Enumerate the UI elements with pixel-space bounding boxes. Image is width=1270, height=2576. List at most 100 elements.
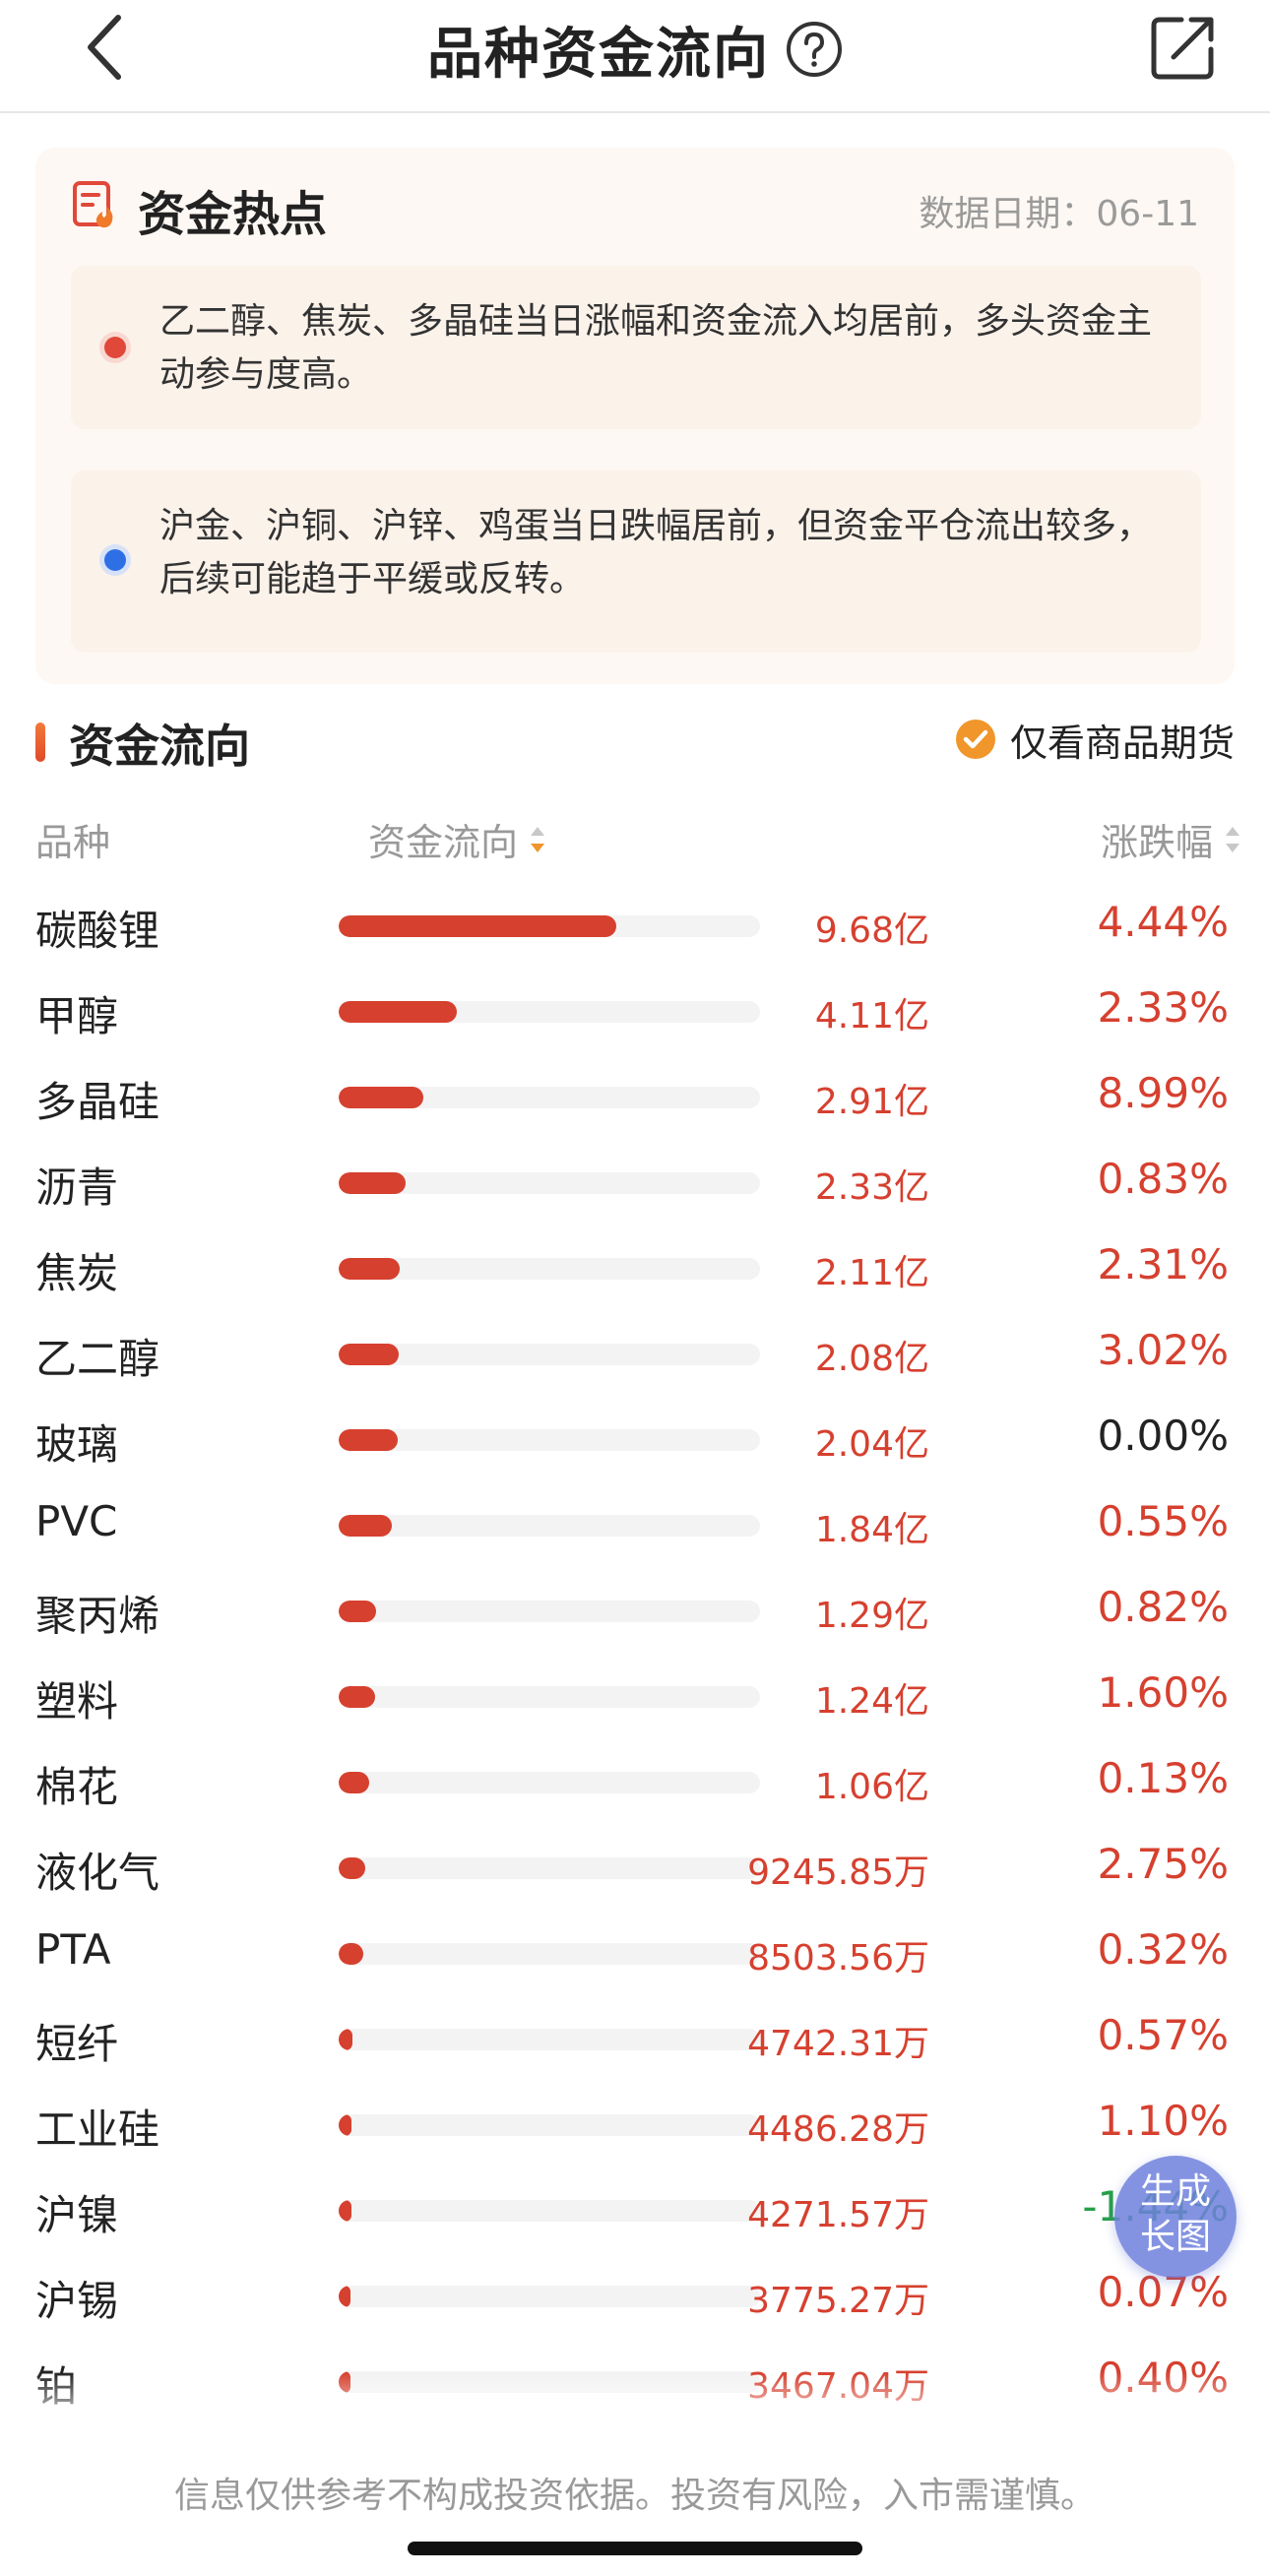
hotspot-item: 乙二醇、焦炭、多晶硅当日涨幅和资金流入均居前，多头资金主动参与度高。 — [71, 266, 1201, 429]
data-date: 数据日期：06-11 — [919, 194, 1199, 234]
commodity-name: 短纤 — [35, 2020, 119, 2068]
flow-bar-fill — [339, 2029, 353, 2050]
flow-bar-fill — [339, 1601, 377, 1622]
commodity-name: 甲醇 — [35, 992, 119, 1040]
flow-bar-track — [339, 1772, 760, 1793]
commodity-name: 玻璃 — [35, 1420, 119, 1469]
commodity-name: PTA — [35, 1925, 111, 1974]
column-header-flow[interactable]: 资金流向 — [368, 812, 547, 866]
flow-amount: 2.11亿 — [814, 1253, 929, 1293]
table-row[interactable]: 聚丙烯 1.29亿 0.82% — [0, 1571, 1270, 1657]
filter-label[interactable]: 仅看商品期货 — [1010, 713, 1235, 767]
share-external-icon[interactable] — [1146, 10, 1221, 85]
change-percent: 1.60% — [1097, 1668, 1229, 1717]
commodity-name: 沪镍 — [35, 2191, 119, 2239]
flow-bar-track — [339, 1344, 760, 1365]
change-percent: 8.99% — [1097, 1069, 1229, 1117]
home-indicator[interactable] — [408, 2542, 862, 2555]
flow-bar-track — [339, 1686, 760, 1708]
hotspot-item: 沪金、沪铜、沪锌、鸡蛋当日跌幅居前，但资金平仓流出较多，后续可能趋于平缓或反转。 — [71, 471, 1201, 653]
change-percent: 1.10% — [1097, 2097, 1229, 2145]
flow-bar-fill — [339, 1429, 398, 1451]
footer-fade — [0, 2372, 1270, 2431]
flow-amount: 2.08亿 — [814, 1339, 929, 1379]
table-row[interactable]: 沥青 2.33亿 0.83% — [0, 1143, 1270, 1228]
check-circle-icon[interactable] — [955, 719, 996, 760]
hot-document-icon — [73, 181, 113, 228]
fab-label-line2[interactable]: 长图 — [1114, 2215, 1237, 2260]
change-percent: 2.33% — [1097, 983, 1229, 1032]
hotspot-text: 沪金、沪铜、沪锌、鸡蛋当日跌幅居前，但资金平仓流出较多，后续可能趋于平缓或反转。 — [159, 506, 1153, 599]
flow-bar-track — [339, 2114, 760, 2136]
column-header-flow-label[interactable]: 资金流向 — [368, 812, 518, 866]
flow-bar-fill — [339, 1087, 423, 1108]
table-row[interactable]: 沪镍4271.57万-1.44% — [0, 2170, 1270, 2256]
top-nav-bar: 品种资金流向 — [0, 0, 1270, 113]
flow-amount: 1.84亿 — [814, 1510, 929, 1550]
page-title: 品种资金流向 — [427, 22, 770, 87]
flow-bar-track — [339, 1857, 760, 1879]
table-row[interactable]: 焦炭 2.11亿 2.31% — [0, 1228, 1270, 1314]
column-header-change-label[interactable]: 涨跌幅 — [1101, 812, 1213, 866]
flow-amount: 3775.27万 — [747, 2281, 929, 2321]
flow-bar-track — [339, 1515, 760, 1537]
table-row[interactable]: PTA 8503.56万 0.32% — [0, 1914, 1270, 1999]
table-header: 品种 资金流向 涨跌幅 — [0, 812, 1270, 867]
flow-bar-fill — [339, 1258, 401, 1280]
table-row[interactable]: PVC 1.84亿 0.55% — [0, 1485, 1270, 1571]
flow-bar-track — [339, 2200, 760, 2222]
table-row[interactable]: 棉花 1.06亿 0.13% — [0, 1742, 1270, 1828]
change-percent: 0.82% — [1097, 1583, 1229, 1631]
table-row[interactable]: 玻璃 2.04亿 0.00% — [0, 1400, 1270, 1485]
commodity-name: 工业硅 — [35, 2105, 160, 2154]
change-percent: 3.02% — [1097, 1326, 1229, 1374]
flow-amount: 1.24亿 — [814, 1681, 929, 1722]
flow-bar-track — [339, 1429, 760, 1451]
flow-bar-track — [339, 1087, 760, 1108]
change-percent: 0.55% — [1097, 1497, 1229, 1545]
hotspot-title: 资金热点 — [138, 187, 328, 242]
sort-desc-icon[interactable] — [528, 823, 547, 856]
change-percent: 4.44% — [1097, 898, 1229, 946]
flow-bar-fill — [339, 1172, 407, 1194]
commodity-name: 沥青 — [35, 1163, 119, 1212]
table-row[interactable]: 塑料 1.24亿 1.60% — [0, 1657, 1270, 1742]
commodity-name: 焦炭 — [35, 1249, 119, 1297]
table-row[interactable]: 工业硅 4486.28万 1.10% — [0, 2085, 1270, 2170]
commodity-only-filter[interactable]: 仅看商品期货 — [955, 713, 1235, 767]
flow-bar-fill — [339, 1686, 375, 1708]
question-circle-icon[interactable] — [786, 21, 843, 78]
commodity-name: 沪锡 — [35, 2277, 119, 2325]
flow-bar-track — [339, 1001, 760, 1023]
flow-bar-track — [339, 2286, 760, 2307]
table-row[interactable]: 液化气 9245.85万 2.75% — [0, 1828, 1270, 1914]
column-header-change[interactable]: 涨跌幅 — [1101, 812, 1242, 866]
flow-bar-track — [339, 1943, 760, 1965]
flow-amount: 4742.31万 — [747, 2024, 929, 2064]
commodity-name: 乙二醇 — [35, 1335, 160, 1383]
flow-amount: 2.91亿 — [814, 1082, 929, 1122]
flow-bar-fill — [339, 2200, 351, 2222]
flow-section-title: 资金流向 — [69, 720, 250, 773]
flow-bar-fill — [339, 1857, 366, 1879]
flow-bar-track — [339, 1258, 760, 1280]
page-title-group: 品种资金流向 — [0, 10, 1270, 89]
section-accent-bar — [35, 723, 45, 762]
table-row[interactable]: 多晶硅 2.91亿 8.99% — [0, 1057, 1270, 1143]
sort-icon[interactable] — [1223, 823, 1242, 856]
change-percent: 0.13% — [1097, 1754, 1229, 1802]
table-row[interactable]: 甲醇 4.11亿 2.33% — [0, 972, 1270, 1057]
change-percent: 2.31% — [1097, 1240, 1229, 1288]
table-row[interactable]: 乙二醇 2.08亿 3.02% — [0, 1314, 1270, 1400]
table-row[interactable]: 碳酸锂 9.68亿 4.44% — [0, 886, 1270, 972]
flow-amount: 1.06亿 — [814, 1767, 929, 1807]
flow-bar-track — [339, 1172, 760, 1194]
fab-label-line1[interactable]: 生成 — [1114, 2169, 1237, 2215]
column-header-name: 品种 — [35, 821, 111, 864]
table-row[interactable]: 短纤 4742.31万 0.57% — [0, 1999, 1270, 2085]
flow-bar-fill — [339, 1344, 400, 1365]
table-row[interactable]: 沪锡 3775.27万 0.07% — [0, 2256, 1270, 2342]
blue-dot-icon — [104, 549, 126, 571]
flow-bar-fill — [339, 2114, 352, 2136]
generate-long-image-button[interactable]: 生成 长图 — [1114, 2156, 1237, 2278]
